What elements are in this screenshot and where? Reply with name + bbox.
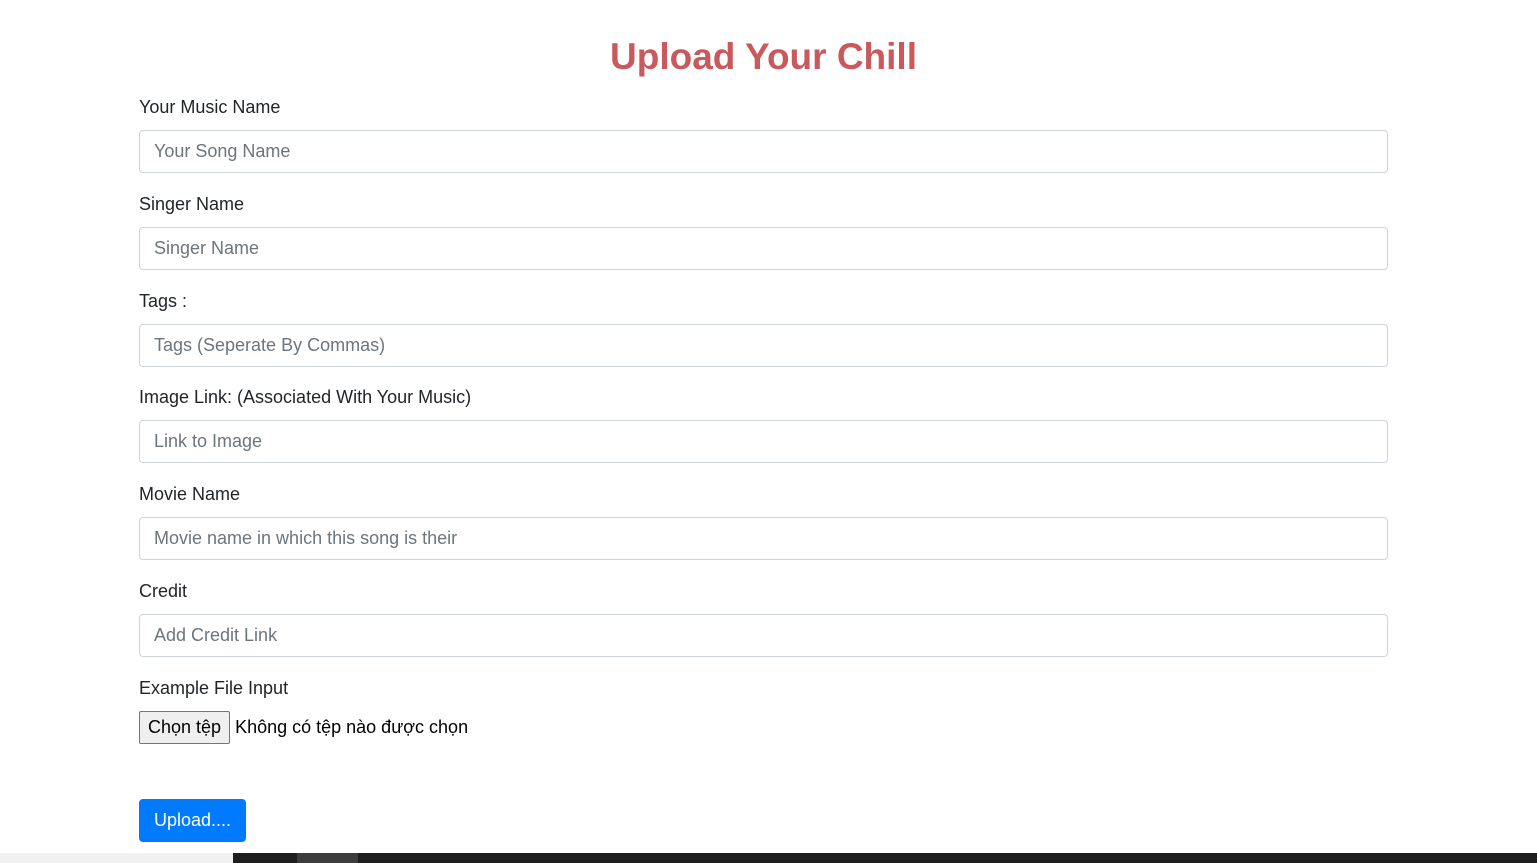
tags-input[interactable] (139, 324, 1388, 367)
file-input: Chọn tệp Không có tệp nào được chọn (139, 711, 1388, 744)
upload-button[interactable]: Upload.... (139, 799, 247, 842)
credit-group: Credit (139, 580, 1388, 657)
singer-name-input[interactable] (139, 227, 1388, 270)
taskbar-segment-active (297, 853, 358, 863)
choose-file-button[interactable]: Chọn tệp (139, 711, 231, 744)
file-status-text: Không có tệp nào được chọn (235, 717, 469, 737)
singer-name-label: Singer Name (139, 194, 245, 214)
movie-name-group: Movie Name (139, 483, 1388, 560)
taskbar-strip (0, 853, 1537, 863)
file-input-group: Example File Input Chọn tệp Không có tệp… (139, 677, 1388, 744)
tags-label: Tags : (139, 291, 188, 311)
tags-group: Tags : (139, 290, 1388, 367)
upload-page: Upload Your Chill Your Music Name Singer… (0, 0, 1537, 863)
credit-label: Credit (139, 581, 188, 601)
music-name-label: Your Music Name (139, 97, 281, 117)
music-name-input[interactable] (139, 130, 1388, 173)
movie-name-input[interactable] (139, 517, 1388, 560)
image-link-label: Image Link: (Associated With Your Music) (139, 387, 472, 407)
singer-name-group: Singer Name (139, 193, 1388, 270)
credit-input[interactable] (139, 614, 1388, 657)
upload-form: Upload Your Chill Your Music Name Singer… (139, 0, 1388, 842)
file-input-label: Example File Input (139, 678, 289, 698)
image-link-group: Image Link: (Associated With Your Music) (139, 386, 1388, 463)
movie-name-label: Movie Name (139, 484, 241, 504)
music-name-group: Your Music Name (139, 96, 1388, 173)
image-link-input[interactable] (139, 420, 1388, 463)
taskbar-segment (0, 853, 233, 863)
page-title: Upload Your Chill (610, 36, 917, 77)
